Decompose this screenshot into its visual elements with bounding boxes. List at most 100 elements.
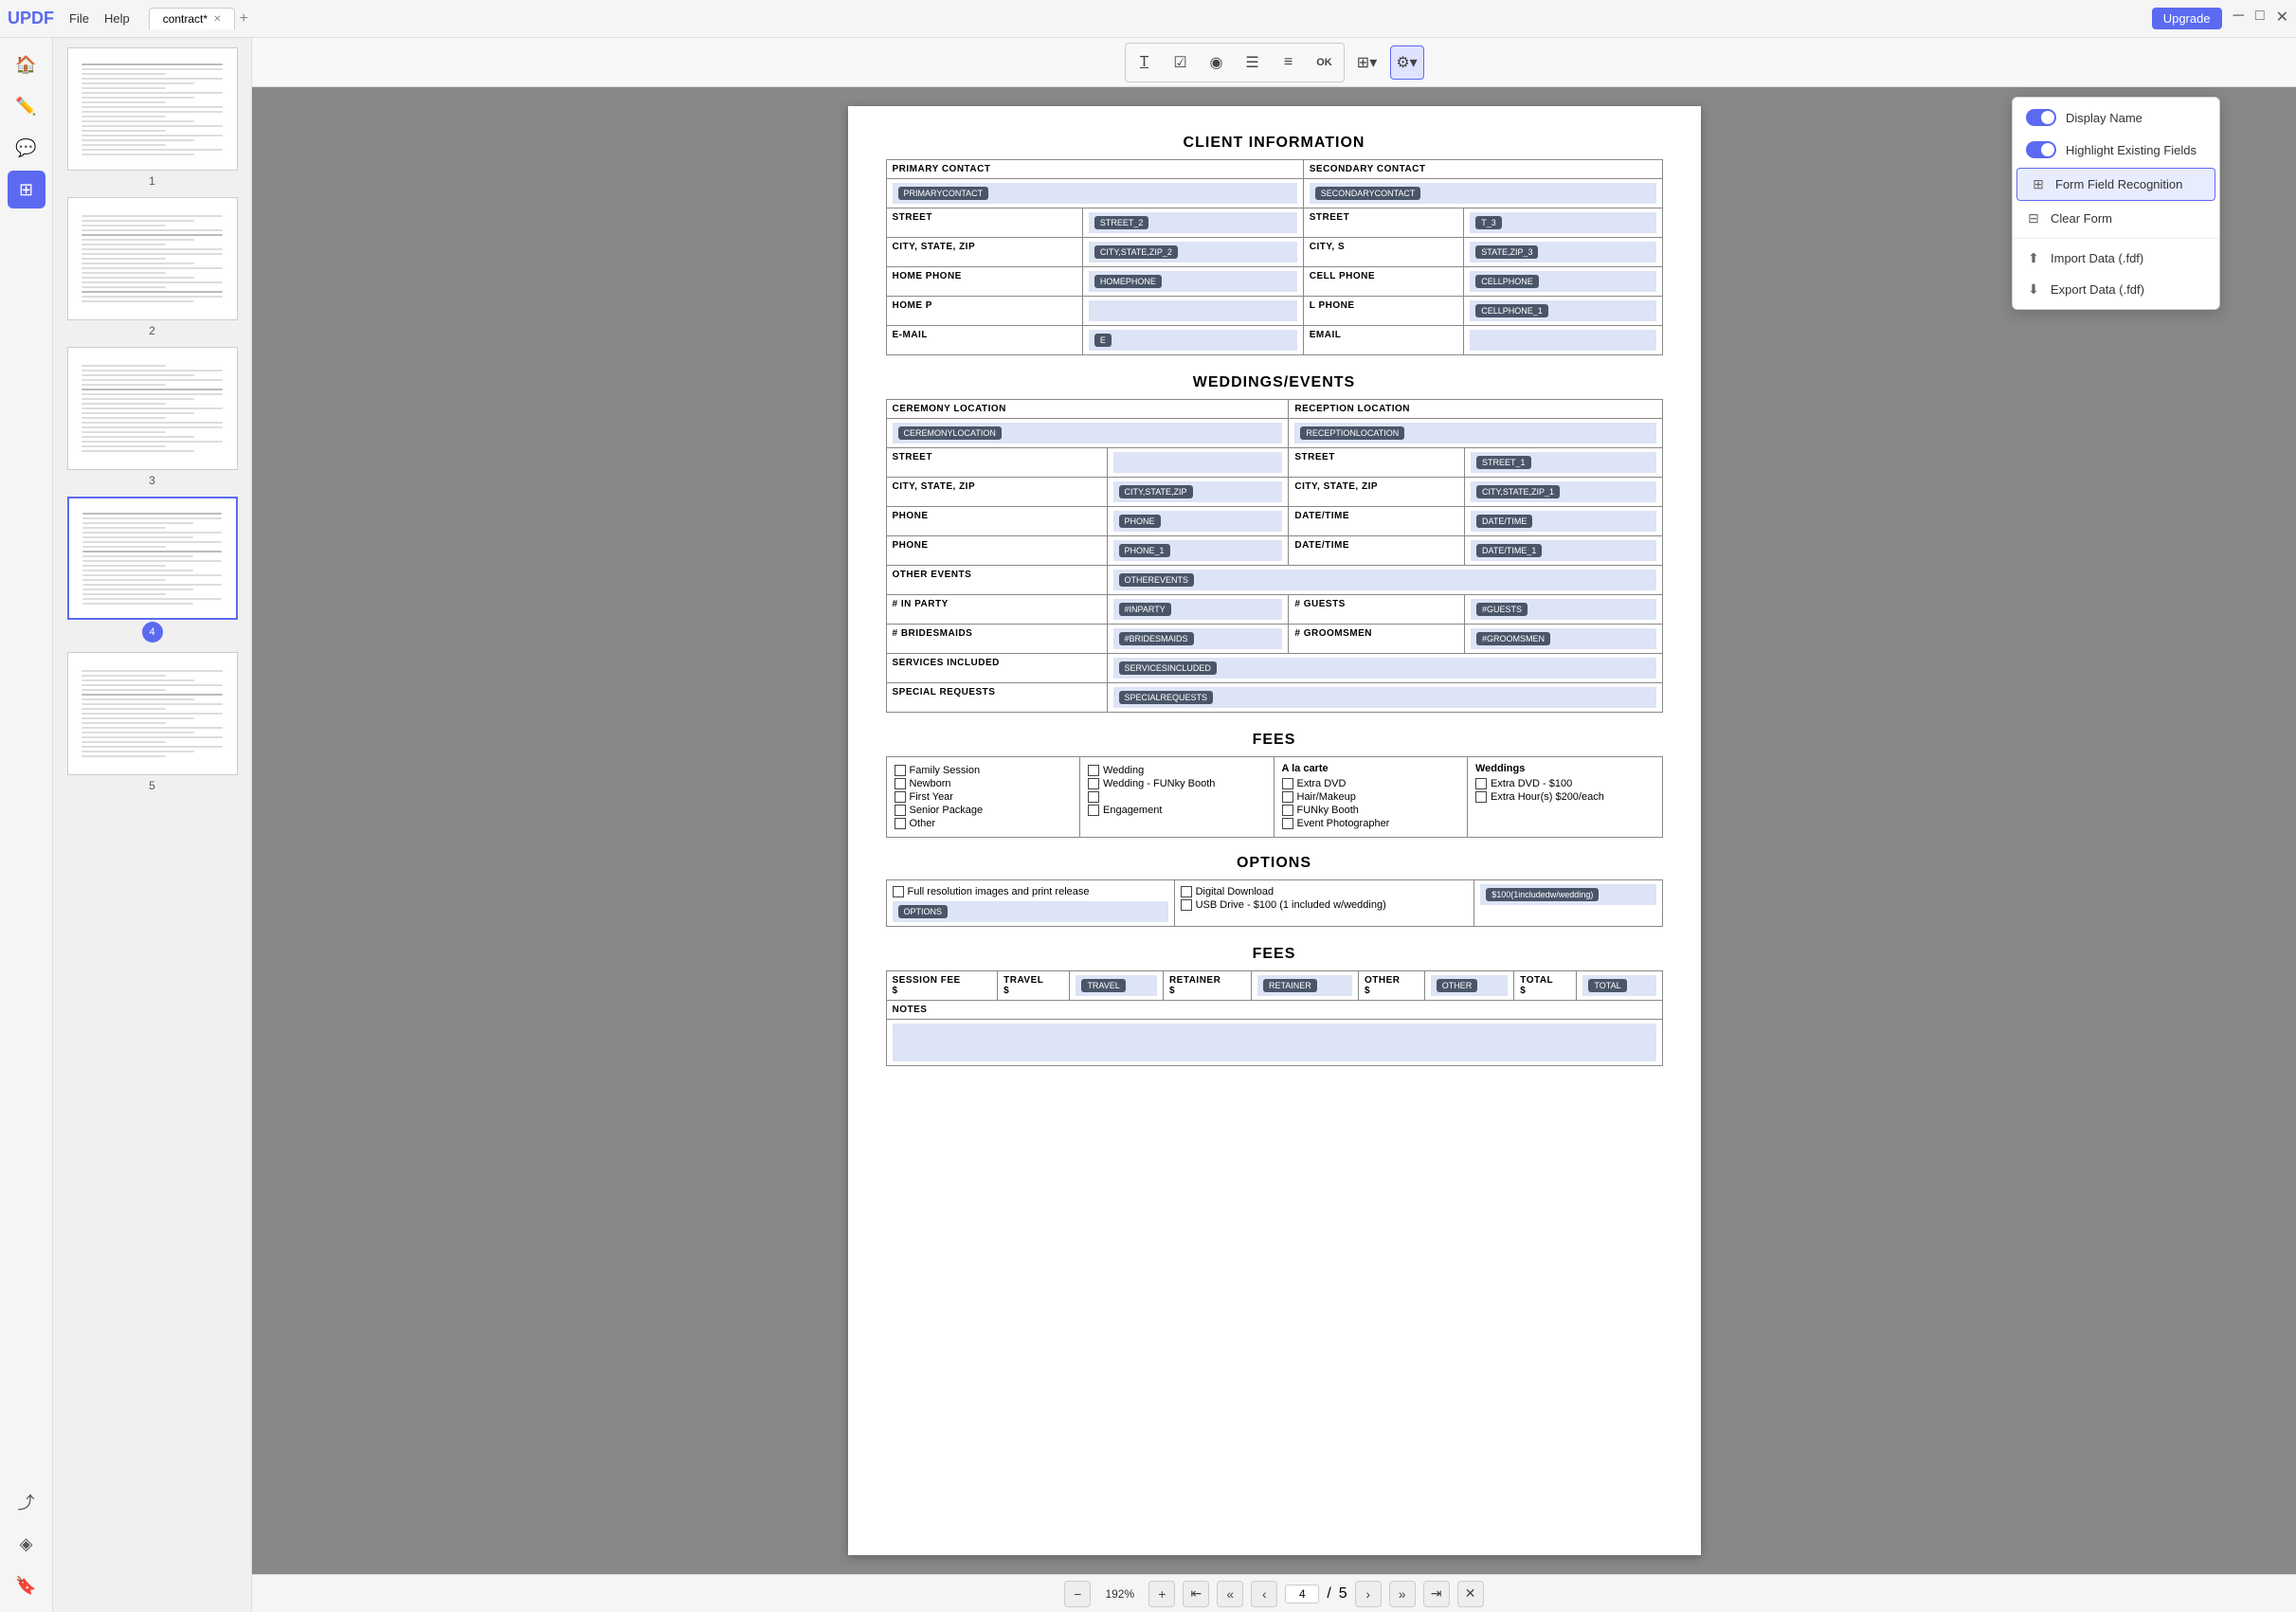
checkbox-usb[interactable] <box>1181 899 1192 911</box>
nav-next-btn[interactable]: › <box>1355 1581 1382 1607</box>
current-page-input[interactable] <box>1285 1585 1319 1603</box>
email1-field[interactable]: E <box>1082 326 1303 355</box>
sidebar-bookmark-icon[interactable]: 🔖 <box>8 1567 45 1604</box>
citystatzip3-field[interactable]: STATE,ZIP_3 <box>1464 238 1662 267</box>
checkbox-extrahour[interactable] <box>1475 791 1487 803</box>
checkbox-other1[interactable] <box>895 818 906 829</box>
thumbnail-page-2[interactable]: 2 <box>67 197 238 337</box>
otherevents-field[interactable]: OTHEREVENTS <box>1107 566 1662 595</box>
sidebar-share-icon[interactable]: ⤴ <box>8 1483 45 1521</box>
travel-field[interactable]: TRAVEL <box>1070 971 1164 1001</box>
check-extradvd[interactable]: Extra DVD <box>1282 778 1460 789</box>
check-engagement[interactable]: Engagement <box>1088 805 1266 816</box>
check-firstyear[interactable]: First Year <box>895 791 1073 803</box>
check-senior[interactable]: Senior Package <box>895 805 1073 816</box>
add-tab-icon[interactable]: + <box>239 10 247 27</box>
pdf-viewer[interactable]: CLIENT INFORMATION PRIMARY CONTACT SECON… <box>252 87 2296 1574</box>
combo-btn[interactable]: ☰ <box>1236 45 1270 80</box>
tab-close-icon[interactable]: ✕ <box>213 14 221 25</box>
menu-help[interactable]: Help <box>104 11 130 26</box>
check-extradvd100[interactable]: Extra DVD - $100 <box>1475 778 1654 789</box>
guests-field[interactable]: #GUESTS <box>1465 595 1663 625</box>
groomsmen-field[interactable]: #GROOMSMEN <box>1465 625 1663 654</box>
checkbox-hairmakeup[interactable] <box>1282 791 1293 803</box>
upgrade-btn[interactable]: Upgrade <box>2152 8 2222 29</box>
check-eventphoto[interactable]: Event Photographer <box>1282 818 1460 829</box>
checkbox-eventphoto[interactable] <box>1282 818 1293 829</box>
nav-next-far-btn[interactable]: » <box>1389 1581 1416 1607</box>
menu-export-data[interactable]: ⬇ Export Data (.fdf) <box>2013 274 2219 305</box>
sidebar-layers-icon[interactable]: ◈ <box>8 1525 45 1563</box>
menu-highlight-fields[interactable]: Highlight Existing Fields <box>2013 134 2219 166</box>
nav-last-btn[interactable]: ⇥ <box>1423 1581 1450 1607</box>
secondarycontact-field[interactable]: SECONDARYCONTACT <box>1303 179 1662 208</box>
street2-field[interactable]: STREET_2 <box>1082 208 1303 238</box>
check-empty[interactable] <box>1088 791 1266 803</box>
display-name-toggle[interactable] <box>2026 109 2056 126</box>
check-hairmakeup[interactable]: Hair/Makeup <box>1282 791 1460 803</box>
email2-field[interactable] <box>1464 326 1662 355</box>
close-bottom-btn[interactable]: ✕ <box>1457 1581 1484 1607</box>
radio-btn[interactable]: ◉ <box>1200 45 1234 80</box>
nav-first-btn[interactable]: ⇤ <box>1183 1581 1209 1607</box>
check-funky-booth[interactable]: Wedding - FUNky Booth <box>1088 778 1266 789</box>
thumbnail-page-5[interactable]: 5 <box>67 652 238 792</box>
datetime-w-field-1[interactable]: DATE/TIME <box>1465 507 1663 536</box>
sidebar-home-icon[interactable]: 🏠 <box>8 45 45 83</box>
phone-w-field-2[interactable]: PHONE_1 <box>1107 536 1289 566</box>
street3-field[interactable]: T_3 <box>1464 208 1662 238</box>
menu-form-recognition[interactable]: ⊞ Form Field Recognition <box>2016 168 2215 201</box>
check-other1[interactable]: Other <box>895 818 1073 829</box>
maximize-icon[interactable]: □ <box>2255 8 2265 29</box>
cityzip-w-field-2[interactable]: CITY,STATE,ZIP_1 <box>1465 478 1663 507</box>
check-newborn[interactable]: Newborn <box>895 778 1073 789</box>
checkbox-empty[interactable] <box>1088 791 1099 803</box>
zoom-in-btn[interactable]: + <box>1148 1581 1175 1607</box>
citystatzip2-field[interactable]: CITY,STATE,ZIP_2 <box>1082 238 1303 267</box>
services-field[interactable]: SERVICESINCLUDED <box>1107 654 1662 683</box>
close-icon[interactable]: ✕ <box>2276 8 2288 29</box>
homephone-field[interactable]: HOMEPHONE <box>1082 267 1303 297</box>
street-w-field-1[interactable] <box>1107 448 1289 478</box>
checkbox-wedding[interactable] <box>1088 765 1099 776</box>
checkbox-newborn[interactable] <box>895 778 906 789</box>
menu-clear-form[interactable]: ⊟ Clear Form <box>2013 203 2219 234</box>
receptionlocation-field[interactable]: RECEPTIONLOCATION <box>1289 419 1662 448</box>
list-btn[interactable]: ≡ <box>1272 45 1306 80</box>
checkbox-funky2[interactable] <box>1282 805 1293 816</box>
nav-prev-far-btn[interactable]: « <box>1217 1581 1243 1607</box>
checkbox-funky-booth[interactable] <box>1088 778 1099 789</box>
ok-btn[interactable]: OK <box>1308 45 1342 80</box>
checkbox-btn[interactable]: ☑ <box>1164 45 1198 80</box>
homephone2-field[interactable] <box>1082 297 1303 326</box>
check-wedding[interactable]: Wedding <box>1088 765 1266 776</box>
options-fullres-field[interactable]: Full resolution images and print release… <box>886 880 1174 927</box>
highlight-fields-toggle[interactable] <box>2026 141 2056 158</box>
options-digital-field[interactable]: Digital Download USB Drive - $100 (1 inc… <box>1174 880 1474 927</box>
checkbox-firstyear[interactable] <box>895 791 906 803</box>
tab-contract[interactable]: contract* ✕ <box>149 8 236 29</box>
cityzip-w-field-1[interactable]: CITY,STATE,ZIP <box>1107 478 1289 507</box>
retainer-field[interactable]: RETAINER <box>1251 971 1358 1001</box>
other-field[interactable]: OTHER <box>1424 971 1514 1001</box>
checkbox-digital[interactable] <box>1181 886 1192 897</box>
checkbox-fullres[interactable] <box>893 886 904 897</box>
sidebar-comment-icon[interactable]: 💬 <box>8 129 45 167</box>
checkbox-extradvd100[interactable] <box>1475 778 1487 789</box>
settings-dropdown-btn[interactable]: ⚙▾ <box>1390 45 1424 80</box>
street1-field[interactable]: STREET_1 <box>1465 448 1663 478</box>
datetime-w-field-2[interactable]: DATE/TIME_1 <box>1465 536 1663 566</box>
notes-field[interactable] <box>886 1020 1662 1066</box>
checkbox-family[interactable] <box>895 765 906 776</box>
special-field[interactable]: SPECIALREQUESTS <box>1107 683 1662 713</box>
text-field-btn[interactable]: T̲ <box>1128 45 1162 80</box>
inparty-field[interactable]: #INPARTY <box>1107 595 1289 625</box>
checkbox-senior[interactable] <box>895 805 906 816</box>
nav-prev-btn[interactable]: ‹ <box>1251 1581 1277 1607</box>
sidebar-edit-icon[interactable]: ✏️ <box>8 87 45 125</box>
total-field[interactable]: TOTAL <box>1577 971 1662 1001</box>
zoom-out-btn[interactable]: − <box>1064 1581 1091 1607</box>
sidebar-form-icon[interactable]: ⊞ <box>8 171 45 208</box>
cellphone1-field[interactable]: CELLPHONE_1 <box>1464 297 1662 326</box>
thumbnail-page-4[interactable]: 4 <box>67 497 238 643</box>
